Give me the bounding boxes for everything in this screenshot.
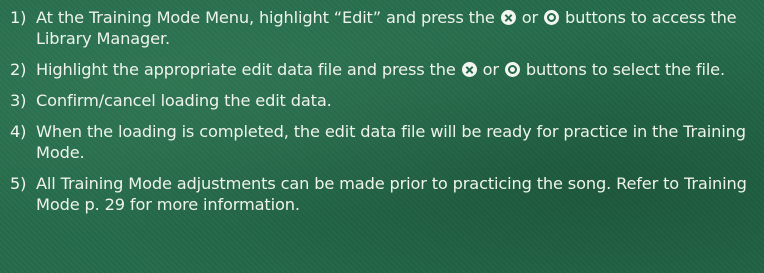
step-text-part: At the Training Mode Menu, highlight “Ed… [36, 8, 495, 27]
step-number: 4) [10, 122, 27, 141]
step-text: Confirm/cancel loading the edit data. [36, 91, 332, 110]
step-3: 3) Confirm/cancel loading the edit data. [10, 90, 756, 111]
steps-list: 1) At the Training Mode Menu, highlight … [10, 7, 756, 215]
cross-button-icon [461, 62, 477, 77]
circle-button-icon [504, 62, 520, 77]
step-number: 2) [10, 60, 27, 79]
instructions-panel: 1) At the Training Mode Menu, highlight … [0, 0, 764, 273]
step-text: When the loading is completed, the edit … [36, 122, 746, 162]
step-text: At the Training Mode Menu, highlight “Ed… [36, 7, 756, 49]
step-4: 4) When the loading is completed, the ed… [10, 121, 756, 163]
step-text-part: buttons to select the file. [525, 60, 725, 79]
step-1: 1) At the Training Mode Menu, highlight … [10, 7, 756, 49]
step-number: 3) [10, 91, 27, 110]
circle-button-icon [544, 10, 560, 25]
step-number: 1) [10, 8, 27, 27]
cross-button-icon [500, 10, 516, 25]
step-text-part: or [521, 8, 539, 27]
step-text: All Training Mode adjustments can be mad… [36, 174, 747, 214]
step-number: 5) [10, 174, 27, 193]
step-2: 2) Highlight the appropriate edit data f… [10, 59, 756, 80]
step-5: 5) All Training Mode adjustments can be … [10, 173, 756, 215]
step-text: Highlight the appropriate edit data file… [36, 59, 756, 80]
step-text-part: Highlight the appropriate edit data file… [36, 60, 456, 79]
step-text-part: or [482, 60, 499, 79]
